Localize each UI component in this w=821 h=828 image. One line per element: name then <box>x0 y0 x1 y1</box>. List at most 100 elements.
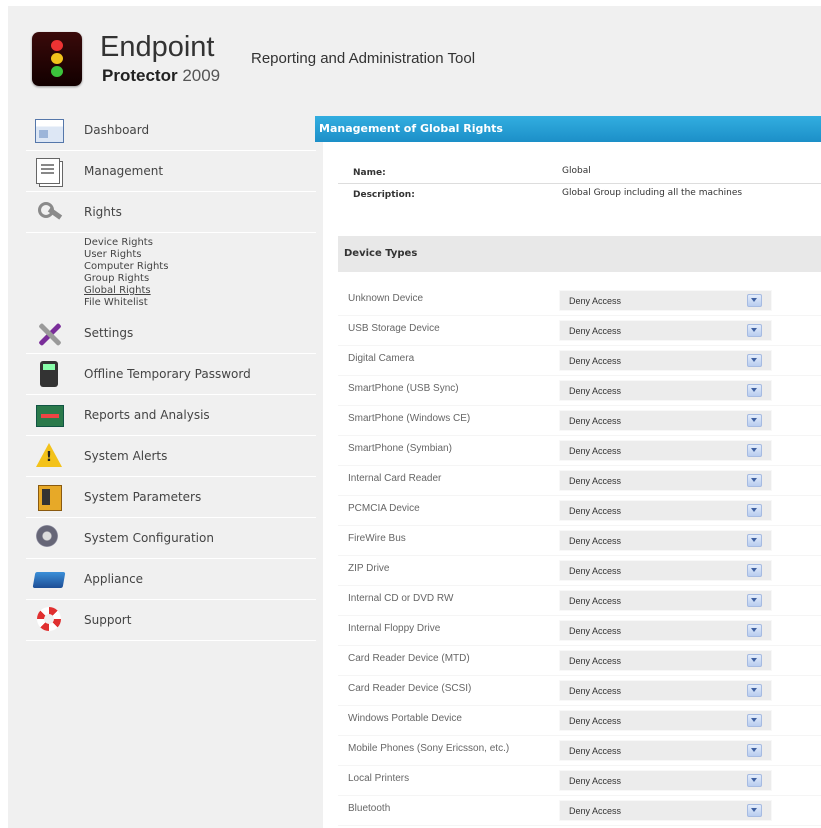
chevron-down-icon[interactable] <box>747 714 762 727</box>
access-dropdown[interactable]: Deny Access <box>559 380 772 401</box>
subnav-device-rights[interactable]: Device Rights <box>84 237 316 249</box>
sidebar-item-system-configuration[interactable]: System Configuration <box>26 518 316 559</box>
device-name: SmartPhone (Windows CE) <box>348 413 471 424</box>
device-row: Card Reader Device (MTD) Deny Access <box>338 646 821 676</box>
subnav-user-rights[interactable]: User Rights <box>84 249 316 261</box>
chevron-down-icon[interactable] <box>747 474 762 487</box>
chevron-down-icon[interactable] <box>747 804 762 817</box>
device-name: Digital Camera <box>348 353 415 364</box>
subnav-global-rights[interactable]: Global Rights <box>84 285 316 297</box>
device-name: Internal Card Reader <box>348 473 442 484</box>
chevron-down-icon[interactable] <box>747 294 762 307</box>
app-window: Endpoint Protector 2009 Reporting and Ad… <box>8 6 821 828</box>
chevron-down-icon[interactable] <box>747 624 762 637</box>
subnav-file-whitelist[interactable]: File Whitelist <box>84 297 316 309</box>
chevron-down-icon[interactable] <box>747 324 762 337</box>
chevron-down-icon[interactable] <box>747 594 762 607</box>
access-value: Deny Access <box>569 386 622 396</box>
description-value: Global Group including all the machines <box>562 188 743 198</box>
access-dropdown[interactable]: Deny Access <box>559 560 772 581</box>
access-dropdown[interactable]: Deny Access <box>559 440 772 461</box>
name-label: Name: <box>353 168 386 178</box>
device-row: Card Reader Device (SCSI) Deny Access <box>338 676 821 706</box>
sidebar-item-label: Offline Temporary Password <box>84 367 251 381</box>
chevron-down-icon[interactable] <box>747 414 762 427</box>
sidebar-item-label: Management <box>84 164 164 178</box>
device-row: SmartPhone (Windows CE) Deny Access <box>338 406 821 436</box>
chevron-down-icon[interactable] <box>747 384 762 397</box>
sidebar-item-reports-and-analysis[interactable]: Reports and Analysis <box>26 395 316 436</box>
sidebar-item-settings[interactable]: Settings <box>26 313 316 354</box>
access-dropdown[interactable]: Deny Access <box>559 800 772 821</box>
access-dropdown[interactable]: Deny Access <box>559 320 772 341</box>
device-row: Windows Portable Device Deny Access <box>338 706 821 736</box>
sidebar-item-label: System Parameters <box>84 490 202 504</box>
chevron-down-icon[interactable] <box>747 564 762 577</box>
parameters-icon <box>32 482 66 512</box>
sidebar-item-rights[interactable]: Rights <box>26 192 316 233</box>
device-name: FireWire Bus <box>348 533 406 544</box>
page-title: Management of Global Rights <box>315 116 821 142</box>
section-title: Device Types <box>344 248 418 259</box>
access-dropdown[interactable]: Deny Access <box>559 590 772 611</box>
access-value: Deny Access <box>569 596 622 606</box>
access-dropdown[interactable]: Deny Access <box>559 350 772 371</box>
brand-name: Endpoint <box>100 31 215 63</box>
sidebar-item-system-alerts[interactable]: System Alerts <box>26 436 316 477</box>
device-row: Unknown Device Deny Access <box>338 286 821 316</box>
access-dropdown[interactable]: Deny Access <box>559 500 772 521</box>
device-name: Internal Floppy Drive <box>348 623 441 634</box>
access-value: Deny Access <box>569 776 622 786</box>
chevron-down-icon[interactable] <box>747 744 762 757</box>
access-dropdown[interactable]: Deny Access <box>559 620 772 641</box>
chevron-down-icon[interactable] <box>747 534 762 547</box>
sidebar-nav: Dashboard Management Rights Device Right… <box>26 110 316 641</box>
alert-icon <box>32 441 66 471</box>
device-name: Windows Portable Device <box>348 713 462 724</box>
sidebar-item-label: System Configuration <box>84 531 214 545</box>
chevron-down-icon[interactable] <box>747 444 762 457</box>
access-dropdown[interactable]: Deny Access <box>559 650 772 671</box>
chevron-down-icon[interactable] <box>747 354 762 367</box>
brand-product: Protector 2009 <box>102 66 220 86</box>
access-value: Deny Access <box>569 626 622 636</box>
chevron-down-icon[interactable] <box>747 684 762 697</box>
access-dropdown[interactable]: Deny Access <box>559 410 772 431</box>
access-dropdown[interactable]: Deny Access <box>559 290 772 311</box>
device-name: Bluetooth <box>348 803 391 814</box>
appliance-icon <box>32 564 66 594</box>
sidebar-item-system-parameters[interactable]: System Parameters <box>26 477 316 518</box>
access-value: Deny Access <box>569 416 622 426</box>
access-dropdown[interactable]: Deny Access <box>559 680 772 701</box>
chevron-down-icon[interactable] <box>747 504 762 517</box>
sidebar-item-management[interactable]: Management <box>26 151 316 192</box>
access-dropdown[interactable]: Deny Access <box>559 470 772 491</box>
sidebar-item-appliance[interactable]: Appliance <box>26 559 316 600</box>
access-dropdown[interactable]: Deny Access <box>559 710 772 731</box>
header: Endpoint Protector 2009 Reporting and Ad… <box>8 6 821 106</box>
calculator-icon <box>32 359 66 389</box>
rights-icon <box>32 197 66 227</box>
access-value: Deny Access <box>569 506 622 516</box>
device-row: SmartPhone (Symbian) Deny Access <box>338 436 821 466</box>
chevron-down-icon[interactable] <box>747 774 762 787</box>
app-subtitle: Reporting and Administration Tool <box>251 50 476 67</box>
access-dropdown[interactable]: Deny Access <box>559 740 772 761</box>
sidebar-item-support[interactable]: Support <box>26 600 316 641</box>
reports-icon <box>32 400 66 430</box>
sidebar-item-label: Rights <box>84 205 122 219</box>
chevron-down-icon[interactable] <box>747 654 762 667</box>
device-row: Local Printers Deny Access <box>338 766 821 796</box>
device-row: USB Storage Device Deny Access <box>338 316 821 346</box>
device-name: USB Storage Device <box>348 323 440 334</box>
sidebar-item-dashboard[interactable]: Dashboard <box>26 110 316 151</box>
subnav-group-rights[interactable]: Group Rights <box>84 273 316 285</box>
device-name: Internal CD or DVD RW <box>348 593 454 604</box>
sidebar-item-label: Appliance <box>84 572 144 586</box>
access-value: Deny Access <box>569 296 622 306</box>
subnav-computer-rights[interactable]: Computer Rights <box>84 261 316 273</box>
access-dropdown[interactable]: Deny Access <box>559 770 772 791</box>
access-dropdown[interactable]: Deny Access <box>559 530 772 551</box>
sidebar-item-label: System Alerts <box>84 449 168 463</box>
sidebar-item-offline-temporary-password[interactable]: Offline Temporary Password <box>26 354 316 395</box>
